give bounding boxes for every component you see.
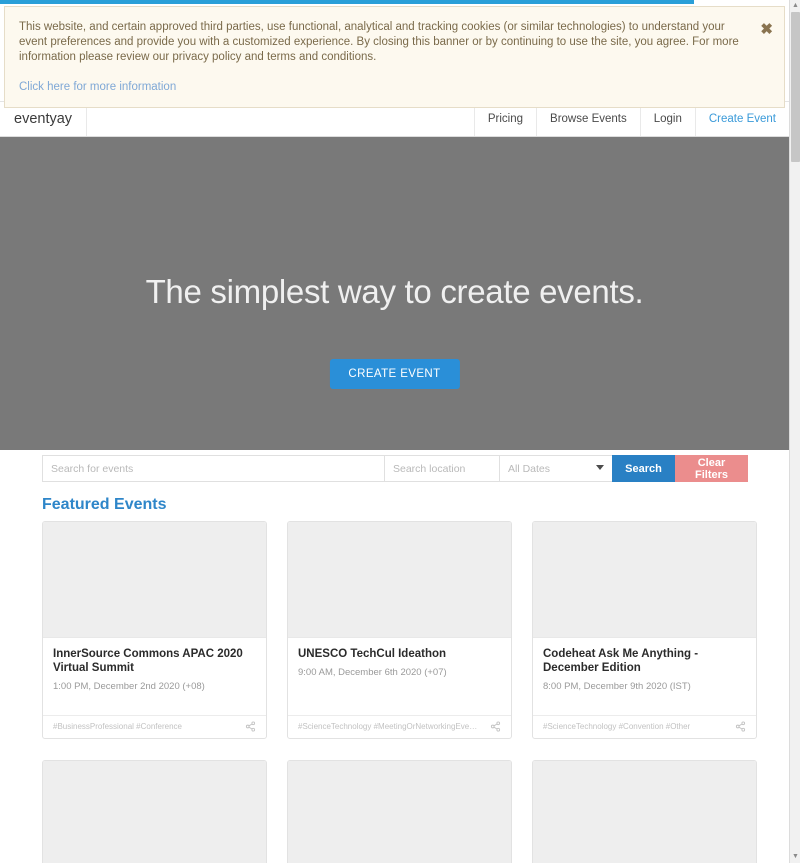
vertical-scrollbar[interactable]: ▲ ▼ [789, 0, 800, 863]
event-card-datetime: 8:00 PM, December 9th 2020 (IST) [543, 681, 691, 692]
cookie-more-info-link[interactable]: Click here for more information [19, 81, 176, 93]
event-card-image [533, 761, 756, 863]
event-card-image [43, 522, 266, 638]
event-card-tags: #ScienceTechnology #MeetingOrNetworkingE… [298, 722, 478, 731]
page-loading-bar [0, 0, 695, 4]
event-card-datetime: 9:00 AM, December 6th 2020 (+07) [298, 667, 447, 678]
event-card[interactable]: Codeheat Ask Me Anything - December Edit… [532, 521, 757, 739]
event-search-bar: All Dates Search Clear Filters [42, 455, 748, 482]
event-card-footer: #ScienceTechnology #MeetingOrNetworkingE… [288, 715, 511, 738]
event-card-footer: #BusinessProfessional #Conference [43, 715, 266, 738]
event-card-title: UNESCO TechCul Ideathon [298, 648, 447, 660]
hero-title: The simplest way to create events. [145, 273, 644, 310]
event-card-placeholder[interactable] [287, 760, 512, 863]
event-card-tags: #BusinessProfessional #Conference [53, 722, 182, 731]
event-card-body: Codeheat Ask Me Anything - December Edit… [533, 638, 756, 715]
event-card-image [288, 761, 511, 863]
scroll-down-arrow-icon[interactable]: ▼ [790, 851, 800, 863]
event-card-placeholder[interactable] [532, 760, 757, 863]
share-icon[interactable] [490, 721, 501, 732]
event-card-body: UNESCO TechCul Ideathon 9:00 AM, Decembe… [288, 638, 511, 715]
share-icon[interactable] [735, 721, 746, 732]
event-card-datetime: 1:00 PM, December 2nd 2020 (+08) [53, 681, 205, 692]
search-location-input[interactable] [384, 455, 499, 482]
featured-events-grid: InnerSource Commons APAC 2020 Virtual Su… [42, 521, 757, 863]
event-card-placeholder[interactable] [42, 760, 267, 863]
event-card-footer: #ScienceTechnology #Convention #Other [533, 715, 756, 738]
featured-events-heading: Featured Events [42, 496, 167, 513]
share-icon[interactable] [245, 721, 256, 732]
event-card-title: InnerSource Commons APAC 2020 Virtual Su… [53, 648, 243, 674]
event-card-image [43, 761, 266, 863]
hero-banner: The simplest way to create events. CREAT… [0, 137, 789, 450]
page-root: This website, and certain approved third… [0, 0, 800, 863]
date-filter-wrapper: All Dates [499, 455, 612, 482]
hero-create-event-button[interactable]: CREATE EVENT [329, 359, 460, 389]
search-button[interactable]: Search [612, 455, 675, 482]
event-card[interactable]: InnerSource Commons APAC 2020 Virtual Su… [42, 521, 267, 739]
event-card-title: Codeheat Ask Me Anything - December Edit… [543, 648, 699, 674]
event-card-image [533, 522, 756, 638]
event-card-body: InnerSource Commons APAC 2020 Virtual Su… [43, 638, 266, 715]
event-card[interactable]: UNESCO TechCul Ideathon 9:00 AM, Decembe… [287, 521, 512, 739]
scroll-up-arrow-icon[interactable]: ▲ [790, 0, 800, 12]
event-card-image [288, 522, 511, 638]
cookie-consent-banner: This website, and certain approved third… [4, 6, 785, 108]
clear-filters-button[interactable]: Clear Filters [675, 455, 748, 482]
event-card-tags: #ScienceTechnology #Convention #Other [543, 722, 691, 731]
page-loading-track [0, 0, 789, 4]
search-events-input[interactable] [42, 455, 384, 482]
cookie-banner-text: This website, and certain approved third… [19, 21, 739, 63]
date-filter-select[interactable]: All Dates [499, 455, 612, 482]
close-icon[interactable]: ✖ [760, 22, 773, 37]
scrollbar-thumb[interactable] [791, 12, 800, 162]
